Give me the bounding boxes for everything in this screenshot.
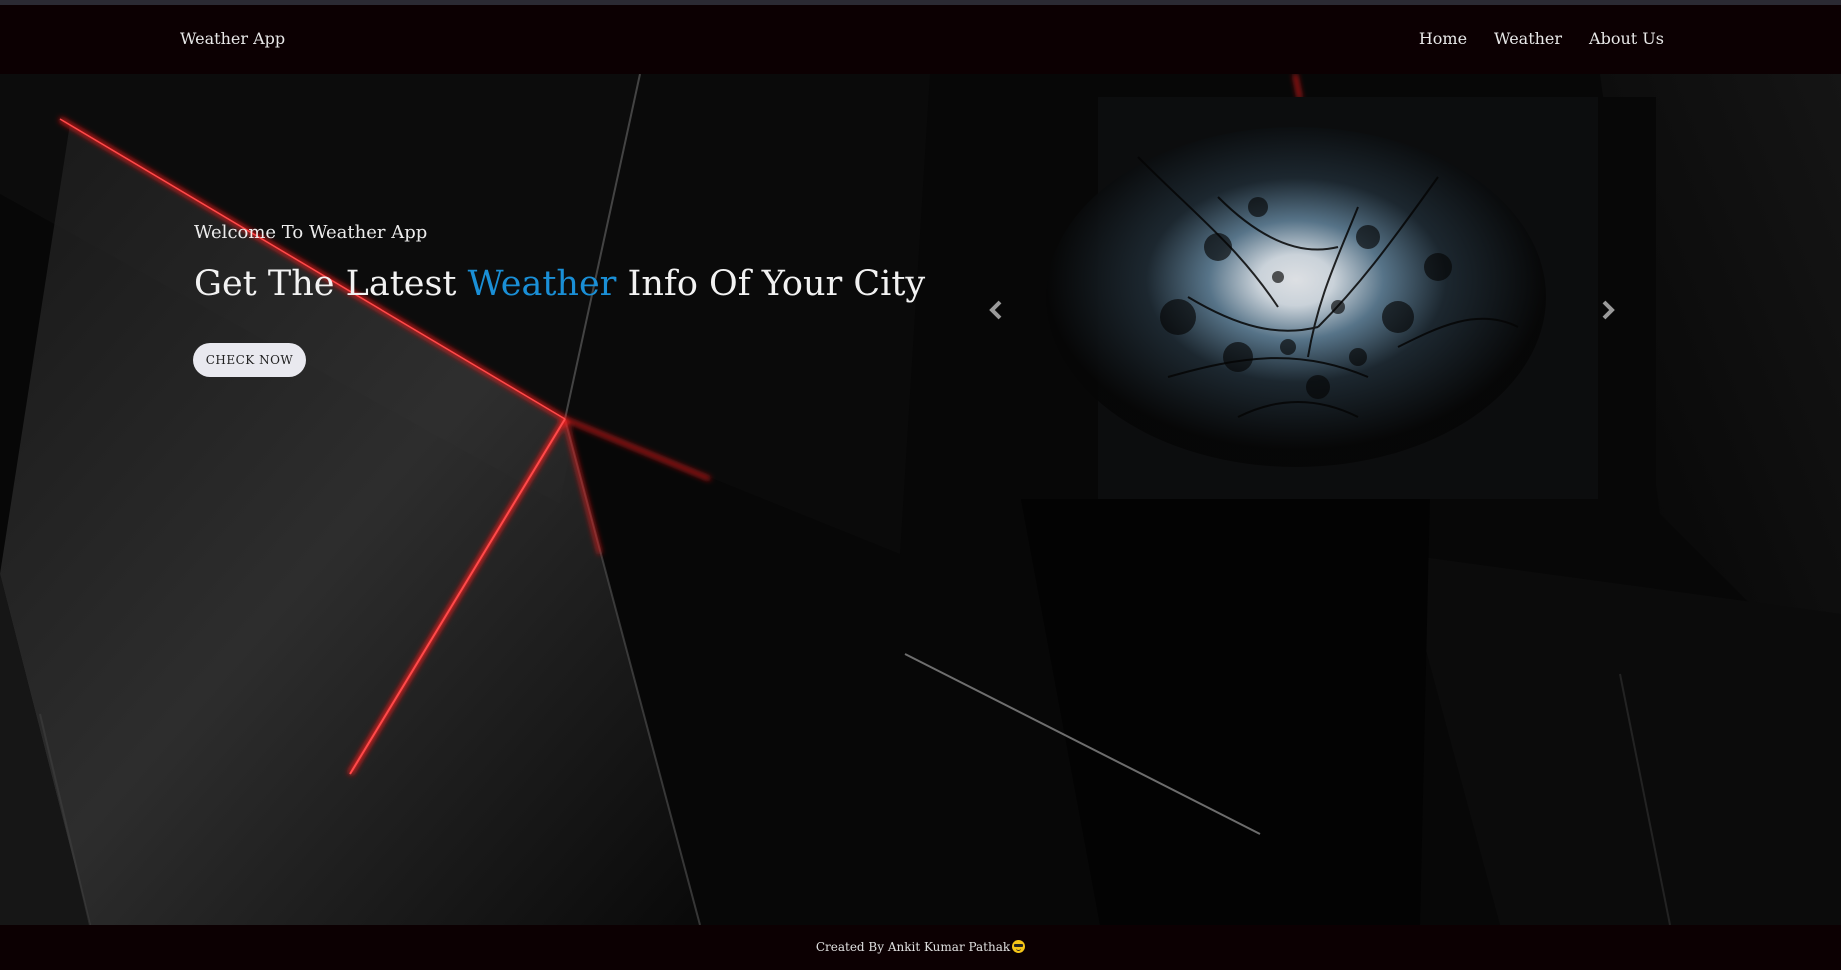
chevron-left-icon <box>989 300 1002 320</box>
carousel-next-button[interactable] <box>1593 295 1623 325</box>
chevron-right-icon <box>1602 300 1615 320</box>
check-now-button[interactable]: CHECK NOW <box>193 343 306 377</box>
footer-credit: Created By Ankit Kumar Pathak <box>0 940 1841 954</box>
headline-part-2: Info Of Your City <box>616 264 926 304</box>
footer-credit-text: Created By Ankit Kumar Pathak <box>815 940 1011 954</box>
nav-home-link[interactable]: Home <box>1419 29 1467 48</box>
sunglasses-face-emoji-icon <box>1012 940 1026 953</box>
hero-headline: Get The Latest Weather Info Of Your City <box>194 264 925 304</box>
headline-part-1: Get The Latest <box>194 264 468 304</box>
carousel-prev-button[interactable] <box>981 295 1011 325</box>
nav-links: Home Weather About Us <box>1419 29 1664 48</box>
headline-accent: Weather <box>467 264 617 304</box>
hero-section: Welcome To Weather App Get The Latest We… <box>0 74 1841 925</box>
nav-about-link[interactable]: About Us <box>1589 29 1664 48</box>
image-carousel <box>938 97 1656 499</box>
brand-logo-link[interactable]: Weather App <box>180 29 285 48</box>
welcome-text: Welcome To Weather App <box>194 222 428 243</box>
navbar: Weather App Home Weather About Us <box>0 5 1841 74</box>
footer: Created By Ankit Kumar Pathak <box>0 925 1841 970</box>
nav-weather-link[interactable]: Weather <box>1494 29 1562 48</box>
moon-through-trees-image <box>938 97 1656 499</box>
